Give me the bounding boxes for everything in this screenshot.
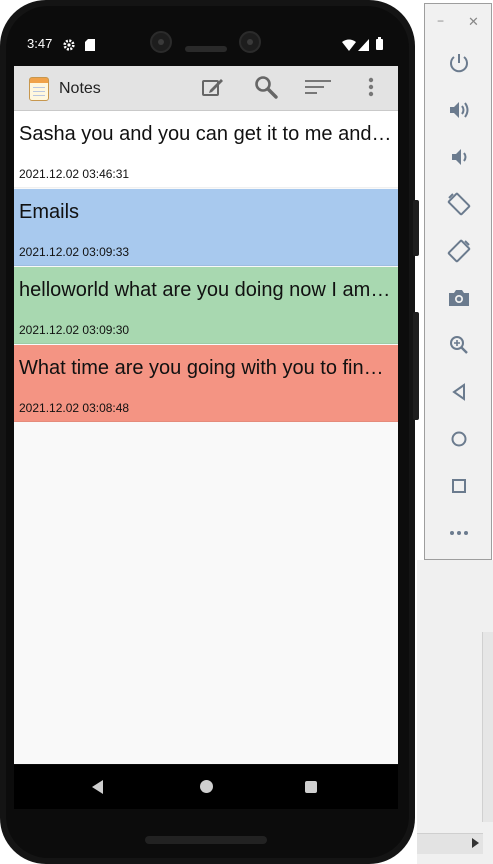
search-icon	[254, 75, 278, 104]
note-title: helloworld what are you doing now I am g…	[19, 279, 393, 301]
app-bar: Notes	[14, 66, 398, 111]
note-date: 2021.12.02 03:09:30	[19, 323, 130, 337]
emulator-toolbar: − ✕	[424, 3, 492, 560]
overview-icon[interactable]	[445, 472, 473, 500]
note-date: 2021.12.02 03:08:48	[19, 401, 130, 415]
volume-side-button	[413, 312, 419, 420]
note-item[interactable]: helloworld what are you doing now I am g…	[14, 267, 398, 344]
volume-down-icon[interactable]	[445, 143, 473, 171]
more-vert-icon	[368, 77, 374, 102]
bottom-speaker	[145, 836, 267, 844]
more-icon[interactable]	[445, 519, 473, 547]
home-icon[interactable]	[445, 425, 473, 453]
new-note-button[interactable]	[198, 74, 228, 104]
nav-back-icon[interactable]	[92, 780, 103, 794]
sort-icon	[305, 79, 331, 100]
note-title: What time are you going with you to find…	[19, 357, 393, 379]
note-item[interactable]: Sasha you and you can get it to me and I…	[14, 111, 398, 188]
search-button[interactable]	[251, 74, 281, 104]
nav-recents-icon[interactable]	[305, 781, 317, 793]
camera-icon[interactable]	[445, 284, 473, 312]
app-title: Notes	[59, 80, 101, 97]
sd-card-icon	[85, 38, 95, 56]
battery-icon	[376, 37, 383, 55]
signal-icon	[358, 38, 369, 56]
rotate-left-icon[interactable]	[445, 190, 473, 218]
zoom-icon[interactable]	[445, 331, 473, 359]
nav-home-icon[interactable]	[200, 780, 213, 793]
app-screen: Notes Sasha you and you can get it to me…	[14, 66, 398, 764]
note-date: 2021.12.02 03:09:33	[19, 245, 130, 259]
note-title: Sasha you and you can get it to me and I…	[19, 123, 393, 145]
desktop-scroll-area	[417, 560, 493, 864]
new-note-icon	[202, 77, 224, 102]
settings-icon	[63, 38, 75, 56]
back-icon[interactable]	[445, 378, 473, 406]
more-options-button[interactable]	[356, 74, 386, 104]
rotate-right-icon[interactable]	[445, 237, 473, 265]
wifi-icon	[342, 38, 356, 56]
power-side-button	[413, 200, 419, 256]
note-date: 2021.12.02 03:46:31	[19, 167, 130, 181]
note-title: Emails	[19, 201, 80, 223]
note-item[interactable]: What time are you going with you to find…	[14, 345, 398, 422]
power-icon[interactable]	[445, 49, 473, 77]
volume-up-icon[interactable]	[445, 96, 473, 124]
vertical-scrollbar[interactable]	[482, 632, 493, 822]
notes-app-icon	[29, 77, 49, 101]
close-button[interactable]: ✕	[468, 14, 479, 30]
status-time: 3:47	[27, 36, 53, 51]
note-item[interactable]: Emails 2021.12.02 03:09:33	[14, 189, 398, 266]
minimize-button[interactable]: −	[437, 14, 444, 28]
system-nav-bar	[14, 765, 398, 809]
status-bar: 3:47	[14, 30, 398, 58]
sort-button[interactable]	[303, 74, 333, 104]
scroll-right-arrow-icon[interactable]	[472, 838, 479, 848]
